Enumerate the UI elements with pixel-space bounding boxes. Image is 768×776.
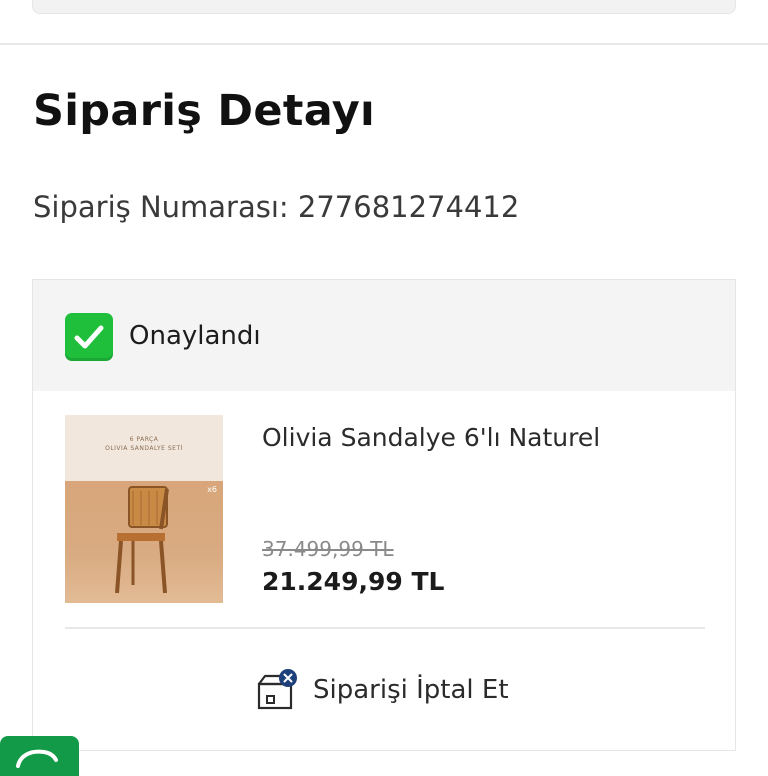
- header-divider: [0, 43, 768, 45]
- cancel-order-button[interactable]: Siparişi İptal Et: [255, 668, 509, 712]
- cancel-order-label: Siparişi İptal Et: [313, 675, 509, 705]
- image-badge: x6: [207, 485, 217, 494]
- page-title: Sipariş Detayı: [33, 86, 376, 136]
- status-header: Onaylandı: [33, 280, 735, 391]
- card-divider: [65, 627, 705, 629]
- current-price: 21.249,99 TL: [262, 567, 445, 596]
- chat-button[interactable]: [0, 736, 79, 776]
- chat-icon: [16, 749, 58, 768]
- product-name[interactable]: Olivia Sandalye 6'lı Naturel: [262, 423, 600, 452]
- image-caption: 6 PARÇA OLIVIA SANDALYE SETİ: [105, 436, 183, 452]
- chair-illustration: [115, 486, 169, 594]
- old-price: 37.499,99 TL: [262, 537, 394, 561]
- status-label: Onaylandı: [129, 321, 261, 351]
- cancel-order-icon: [255, 668, 299, 712]
- order-number: Sipariş Numarası: 277681274412: [33, 190, 520, 224]
- check-icon: [65, 313, 113, 361]
- top-panel: [32, 0, 736, 14]
- order-card: Onaylandı 6 PARÇA OLIVIA SANDALYE SETİ x…: [32, 279, 736, 751]
- product-image[interactable]: 6 PARÇA OLIVIA SANDALYE SETİ x6: [65, 415, 223, 603]
